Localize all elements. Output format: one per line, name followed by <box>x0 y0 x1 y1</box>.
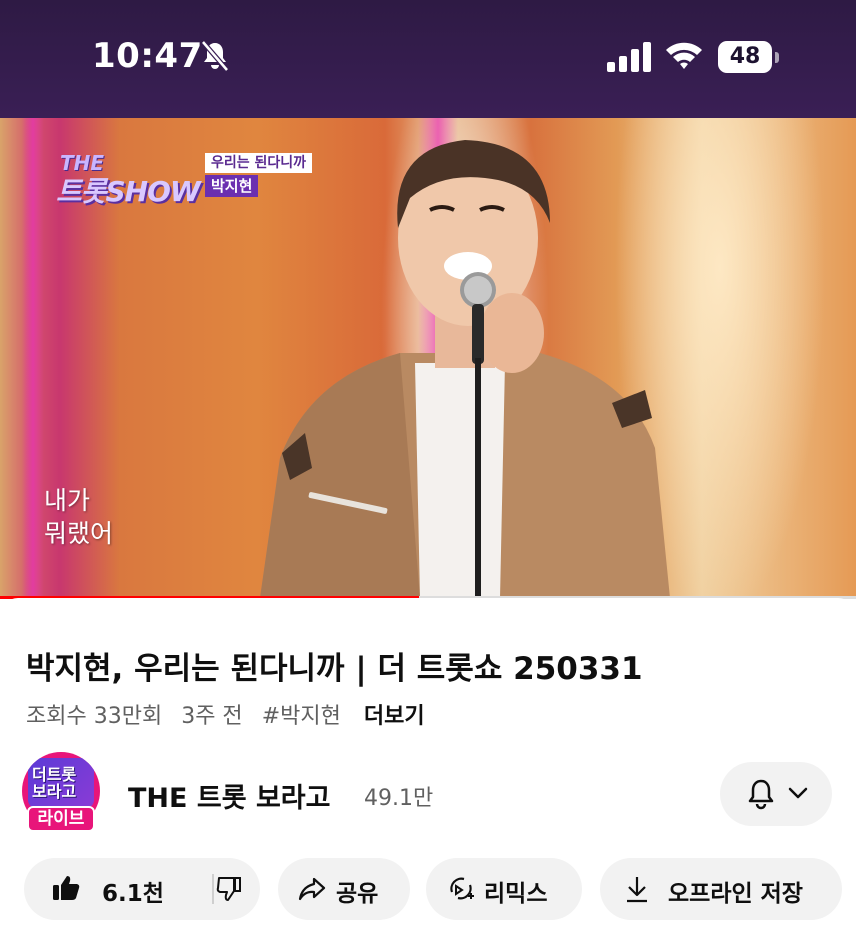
lyric-line: 내가 <box>44 486 91 515</box>
hashtag-link[interactable]: #박지현 <box>262 704 341 729</box>
download-button[interactable]: 오프라인 저장 <box>600 858 842 920</box>
thumbs-down-icon[interactable] <box>216 876 242 902</box>
divider <box>212 874 214 904</box>
stage-light <box>22 118 44 598</box>
remix-button[interactable]: 리믹스 <box>426 858 582 920</box>
wifi-icon <box>666 42 702 69</box>
chevron-down-icon <box>788 787 808 799</box>
show-logo: 트롯SHOW <box>56 175 201 208</box>
share-label: 공유 <box>336 881 379 907</box>
video-meta[interactable]: 조회수 33만회 3주 전 #박지현 더보기 <box>26 698 437 730</box>
avatar-logo-text: 더트롯 보라고 <box>32 766 76 800</box>
battery-nub <box>775 52 779 63</box>
more-button[interactable]: 더보기 <box>364 704 425 729</box>
status-time: 10:47 <box>92 36 203 76</box>
cellular-signal-icon <box>607 42 651 72</box>
video-player[interactable]: THE 트롯SHOW 우리는 된다니까 박지현 내가 뭐랬어 <box>0 118 856 598</box>
video-title[interactable]: 박지현, 우리는 된다니까 | 더 트롯쇼 250331 <box>26 643 643 688</box>
lyric-line: 뭐랬어 <box>44 519 114 548</box>
upload-age: 3주 전 <box>181 704 243 729</box>
channel-name[interactable]: THE 트롯 보라고 <box>128 776 330 815</box>
lyric-subtitle: 내가 뭐랬어 <box>44 484 113 550</box>
download-label: 오프라인 저장 <box>668 881 803 907</box>
avatar-text-line: 더트롯 <box>32 765 77 784</box>
battery-icon: 48 <box>718 41 772 73</box>
live-badge[interactable]: 라이브 <box>27 806 95 832</box>
share-button[interactable]: 공유 <box>278 858 410 920</box>
status-bar: 10:47 48 <box>0 0 856 118</box>
like-dislike-chip: 6.1천 <box>24 858 260 920</box>
remix-label: 리믹스 <box>484 881 548 907</box>
notification-button[interactable] <box>720 762 832 826</box>
bell-icon <box>748 779 774 810</box>
singer-figure <box>260 140 670 598</box>
view-count: 조회수 33만회 <box>26 704 163 729</box>
download-icon <box>627 877 647 903</box>
share-icon <box>298 877 326 901</box>
like-count[interactable]: 6.1천 <box>102 874 164 908</box>
avatar-text-line: 보라고 <box>32 782 77 801</box>
bell-slash-icon <box>201 40 229 72</box>
remix-icon <box>450 877 474 900</box>
subscriber-count: 49.1만 <box>364 786 434 811</box>
thumbs-up-icon[interactable] <box>52 874 80 902</box>
